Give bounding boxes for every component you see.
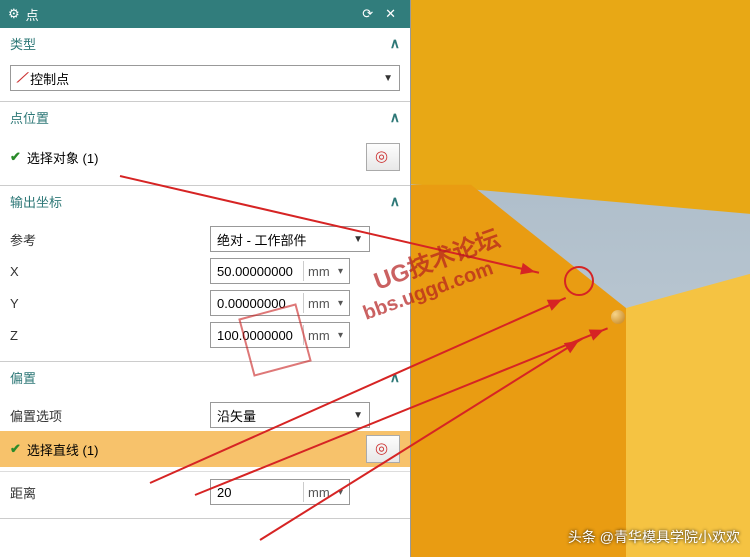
dialog-panel: ⚙ 点 ⟳ ✕ 类型 ∧ ⟋ 控制点 ▼ 点位置 ∧	[0, 0, 411, 557]
select-object-label: 选择对象 (1)	[27, 148, 366, 167]
dialog-title: 点	[26, 5, 39, 24]
x-label: X	[10, 264, 210, 279]
reference-dropdown[interactable]: 绝对 - 工作部件 ▼	[210, 226, 370, 252]
section-header-offset[interactable]: 偏置 ∧	[0, 362, 410, 393]
chevron-up-icon: ∧	[390, 193, 400, 210]
3d-viewport[interactable]: 头条 @青华模具学院小欢欢	[411, 0, 750, 557]
pick-line-button[interactable]	[366, 435, 400, 463]
section-offset: 偏置 ∧ 偏置选项 沿矢量 ▼ ✔ 选择直线 (1)	[0, 362, 410, 519]
dialog-titlebar: ⚙ 点 ⟳ ✕	[0, 0, 410, 28]
chevron-down-icon: ▾	[338, 266, 343, 277]
chevron-down-icon: ▾	[338, 330, 343, 341]
section-header-position[interactable]: 点位置 ∧	[0, 102, 410, 133]
close-icon[interactable]: ✕	[379, 6, 402, 22]
distance-label: 距离	[10, 483, 210, 502]
type-dropdown[interactable]: ⟋ 控制点 ▼	[10, 65, 400, 91]
section-position: 点位置 ∧ ✔ 选择对象 (1)	[0, 102, 410, 186]
gear-icon[interactable]: ⚙	[8, 6, 20, 22]
credit-text: 头条 @青华模具学院小欢欢	[568, 527, 740, 547]
selection-circle	[564, 266, 594, 296]
chevron-up-icon: ∧	[390, 35, 400, 52]
y-label: Y	[10, 296, 210, 311]
chevron-down-icon: ▼	[353, 410, 363, 421]
chevron-down-icon: ▼	[383, 73, 393, 84]
select-object-row: ✔ 选择对象 (1)	[10, 139, 400, 175]
reference-label: 参考	[10, 230, 210, 249]
unit-dropdown[interactable]: mm ▾	[303, 325, 347, 345]
offset-option-dropdown[interactable]: 沿矢量 ▼	[210, 402, 370, 428]
chevron-down-icon: ▾	[338, 298, 343, 309]
unit-dropdown[interactable]: mm ▾	[303, 261, 347, 281]
chevron-down-icon: ▼	[353, 234, 363, 245]
section-header-output[interactable]: 输出坐标 ∧	[0, 186, 410, 217]
pick-point-button[interactable]	[366, 143, 400, 171]
z-label: Z	[10, 328, 210, 343]
offset-option-label: 偏置选项	[10, 406, 210, 425]
refresh-icon[interactable]: ⟳	[356, 6, 379, 22]
chevron-up-icon: ∧	[390, 109, 400, 126]
point-marker	[611, 310, 625, 324]
unit-dropdown[interactable]: mm ▾	[303, 293, 347, 313]
crosshair-icon	[375, 149, 391, 165]
curve-icon: ⟋	[17, 70, 26, 86]
section-output: 输出坐标 ∧ 参考 绝对 - 工作部件 ▼ X mm	[0, 186, 410, 362]
x-input[interactable]: mm ▾	[210, 258, 350, 284]
crosshair-icon	[375, 441, 391, 457]
check-icon: ✔	[10, 441, 21, 457]
select-line-row: ✔ 选择直线 (1)	[0, 431, 410, 467]
check-icon: ✔	[10, 149, 21, 165]
section-type: 类型 ∧ ⟋ 控制点 ▼	[0, 28, 410, 102]
distance-input[interactable]: mm ▾	[210, 479, 350, 505]
select-line-label: 选择直线 (1)	[27, 440, 366, 459]
section-header-type[interactable]: 类型 ∧	[0, 28, 410, 59]
